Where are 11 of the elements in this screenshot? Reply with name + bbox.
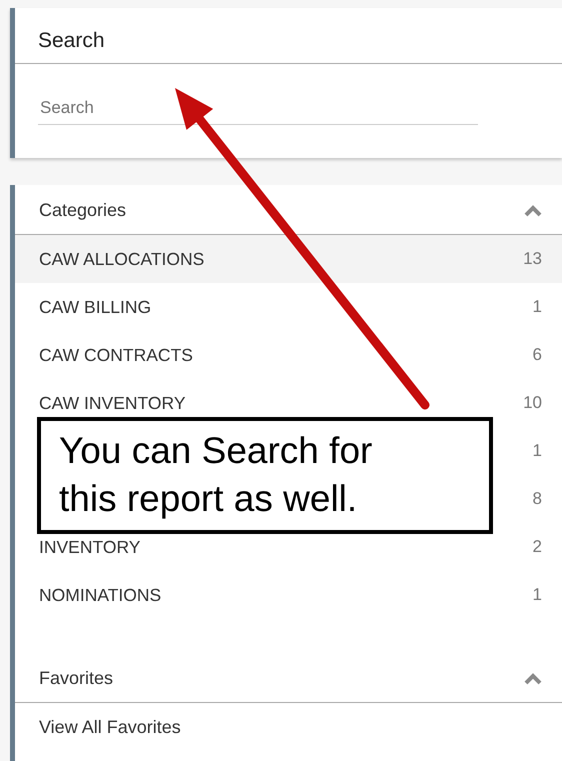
category-item[interactable]: NOMINATIONS 1 [15,571,562,619]
category-item[interactable]: CAW CONTRACTS 6 [15,331,562,379]
callout-text: You can Search for this report as well. [59,429,374,522]
chevron-icon[interactable] [524,672,542,686]
favorites-link[interactable]: View All Favorites [39,716,181,738]
section-title: Categories [39,200,126,221]
chevron-icon[interactable] [524,204,542,218]
section-title: Favorites [39,668,114,689]
category-item[interactable]: CAW ALLOCATIONS 13 [15,235,562,283]
category-item[interactable]: CAW BILLING 1 [15,283,562,331]
panel-title: Search [38,29,105,53]
